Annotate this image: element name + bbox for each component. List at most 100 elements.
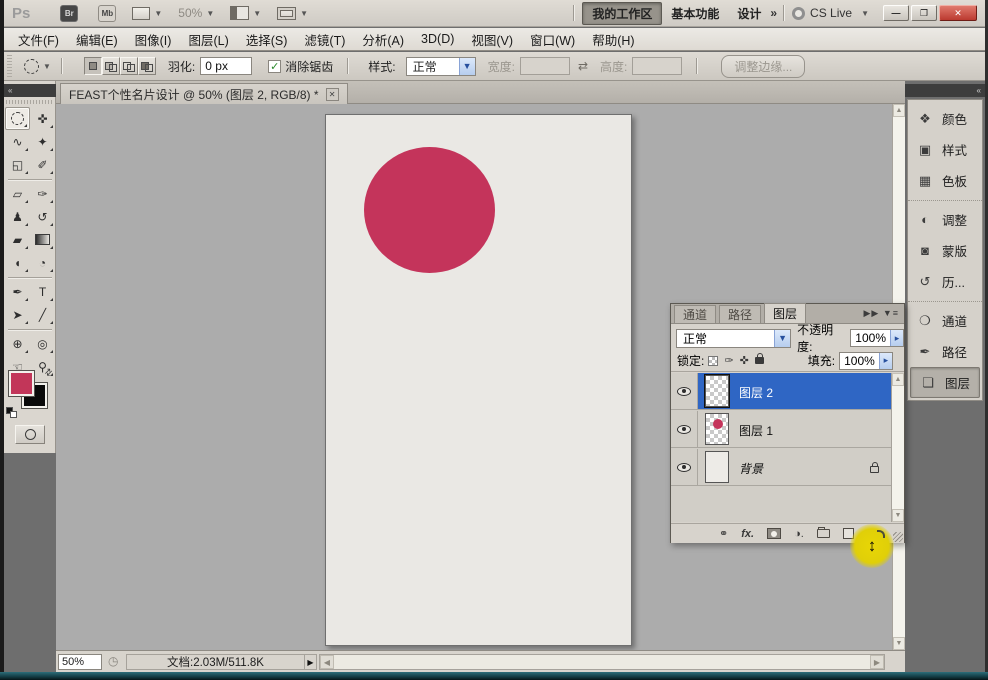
antialias-checkbox[interactable]: ✓ <box>268 60 281 73</box>
tool-path-select[interactable]: ➤ <box>5 303 30 326</box>
menu-file[interactable]: 文件(F) <box>16 28 61 51</box>
collapse-dock-icon[interactable]: « <box>905 84 985 97</box>
tool-eyedropper[interactable]: ✐ <box>30 153 55 176</box>
mini-bridge-button[interactable]: Mb <box>98 5 116 22</box>
panel-button-adjustments[interactable]: ◐调整 <box>908 204 982 235</box>
screen-mode-button[interactable]: ▼ <box>277 7 308 20</box>
style-dropdown[interactable]: 正常 ▼ <box>406 57 476 76</box>
add-mask-icon[interactable] <box>767 528 781 539</box>
tab-paths[interactable]: 路径 <box>719 305 761 323</box>
scroll-up-icon[interactable]: ▲ <box>892 373 904 386</box>
tools-panel-grip[interactable] <box>6 100 54 104</box>
tool-brush[interactable]: ✑ <box>30 182 55 205</box>
feather-input[interactable]: 0 px <box>200 57 252 75</box>
tool-3d-orbit[interactable]: ◎ <box>30 332 55 355</box>
tab-channels[interactable]: 通道 <box>674 305 716 323</box>
lock-all-icon[interactable] <box>755 357 764 364</box>
visibility-toggle[interactable] <box>671 411 698 447</box>
panel-button-swatches[interactable]: ▦色板 <box>908 165 982 196</box>
bridge-button[interactable]: Br <box>60 5 78 22</box>
default-colors-icon[interactable] <box>6 407 16 417</box>
menu-filter[interactable]: 滤镜(T) <box>302 28 347 51</box>
menu-image[interactable]: 图像(I) <box>133 28 174 51</box>
document-canvas[interactable] <box>325 114 632 646</box>
tool-preset-picker[interactable]: ▼ <box>24 59 51 74</box>
tool-pen[interactable]: ✒ <box>5 280 30 303</box>
swap-colors-icon[interactable]: ⇄ <box>43 366 56 379</box>
panel-button-styles[interactable]: ▣样式 <box>908 134 982 165</box>
document-close-icon[interactable]: ✕ <box>326 88 339 101</box>
lock-pixels-icon[interactable]: ✑ <box>724 354 733 367</box>
panel-button-color[interactable]: ❖颜色 <box>908 103 982 134</box>
layer-row-2[interactable]: 图层 2 <box>671 373 891 410</box>
layer-row-background[interactable]: 背景 <box>671 449 891 486</box>
status-zoom-input[interactable]: 50% <box>58 654 102 670</box>
layers-scrollbar[interactable]: ▲ ▼ <box>891 373 904 522</box>
menu-view[interactable]: 视图(V) <box>469 28 515 51</box>
intersect-selection-button[interactable] <box>138 57 156 75</box>
new-group-icon[interactable] <box>817 529 830 538</box>
foreground-color-swatch[interactable] <box>8 370 35 397</box>
tool-history-brush[interactable]: ↺ <box>30 205 55 228</box>
swap-dimensions-icon[interactable]: ⇄ <box>578 59 588 73</box>
workspace-overflow-button[interactable]: » <box>770 6 775 20</box>
restore-button[interactable]: ❐ <box>911 5 937 21</box>
tab-layers[interactable]: 图层 <box>764 303 806 323</box>
menu-3d[interactable]: 3D(D) <box>419 30 456 48</box>
tool-healing-brush[interactable]: ▱ <box>5 182 30 205</box>
quick-mask-button[interactable] <box>15 425 45 444</box>
tool-type[interactable]: T <box>30 280 55 303</box>
scroll-down-icon[interactable]: ▼ <box>893 637 905 650</box>
tool-eraser[interactable]: ▰ <box>5 228 30 251</box>
layer-thumbnail[interactable] <box>705 451 729 483</box>
panel-button-masks[interactable]: ◙蒙版 <box>908 235 982 266</box>
adjustment-layer-icon[interactable]: ◑. <box>794 528 804 540</box>
panel-menu-icon[interactable]: ▶▶ ▼≡ <box>863 308 899 319</box>
new-selection-button[interactable] <box>84 57 102 75</box>
layer-style-icon[interactable]: fx. <box>741 528 754 540</box>
workspace-essentials[interactable]: 基本功能 <box>662 3 728 24</box>
scroll-up-icon[interactable]: ▲ <box>893 104 905 117</box>
collapse-tools-icon[interactable]: « <box>4 84 56 97</box>
blend-mode-dropdown[interactable]: 正常 ▼ <box>676 329 791 348</box>
fill-input[interactable]: 100% ▸ <box>839 352 893 370</box>
status-flyout-button[interactable]: ▶ <box>304 654 317 670</box>
view-extras-button[interactable]: ▼ <box>132 7 162 20</box>
subtract-from-selection-button[interactable] <box>120 57 138 75</box>
tool-magic-wand[interactable]: ✦ <box>30 130 55 153</box>
tool-line[interactable]: ╱ <box>30 303 55 326</box>
lock-position-icon[interactable]: ✜ <box>740 354 749 367</box>
tool-smudge[interactable]: ◖ <box>5 251 30 274</box>
scroll-down-icon[interactable]: ▼ <box>892 509 904 522</box>
workspace-my-workspace[interactable]: 我的工作区 <box>582 2 662 25</box>
tool-3d-rotate[interactable]: ⊕ <box>5 332 30 355</box>
menu-edit[interactable]: 编辑(E) <box>74 28 120 51</box>
tool-elliptical-marquee[interactable] <box>5 107 30 130</box>
tool-move[interactable]: ✜ <box>30 107 55 130</box>
layer-thumbnail[interactable] <box>705 375 729 407</box>
menu-help[interactable]: 帮助(H) <box>590 28 636 51</box>
menu-select[interactable]: 选择(S) <box>244 28 290 51</box>
cs-live-button[interactable]: CS Live ▼ <box>792 6 869 20</box>
scroll-right-icon[interactable]: ▶ <box>870 655 884 669</box>
add-to-selection-button[interactable] <box>102 57 120 75</box>
menu-window[interactable]: 窗口(W) <box>528 28 577 51</box>
minimize-button[interactable]: — <box>883 5 909 21</box>
tool-gradient[interactable] <box>30 228 55 251</box>
tool-lasso[interactable]: ∿ <box>5 130 30 153</box>
tool-dodge[interactable]: ◔ <box>30 251 55 274</box>
menu-analysis[interactable]: 分析(A) <box>360 28 406 51</box>
tool-crop[interactable]: ◱ <box>5 153 30 176</box>
arrange-documents-button[interactable]: ▼ <box>230 6 261 20</box>
panel-button-history[interactable]: ↺历... <box>908 266 982 297</box>
canvas-horizontal-scrollbar[interactable]: ◀ ▶ <box>319 654 885 670</box>
options-bar-grip[interactable] <box>7 55 12 77</box>
close-button[interactable]: ✕ <box>939 5 977 21</box>
scroll-left-icon[interactable]: ◀ <box>320 655 334 669</box>
panel-button-paths[interactable]: ✒路径 <box>908 336 982 367</box>
layer-row-1[interactable]: 图层 1 <box>671 411 891 448</box>
visibility-toggle[interactable] <box>671 373 698 409</box>
tool-clone-stamp[interactable]: ♟ <box>5 205 30 228</box>
panel-button-channels[interactable]: ❍通道 <box>908 305 982 336</box>
panel-resize-grip[interactable] <box>893 532 903 542</box>
